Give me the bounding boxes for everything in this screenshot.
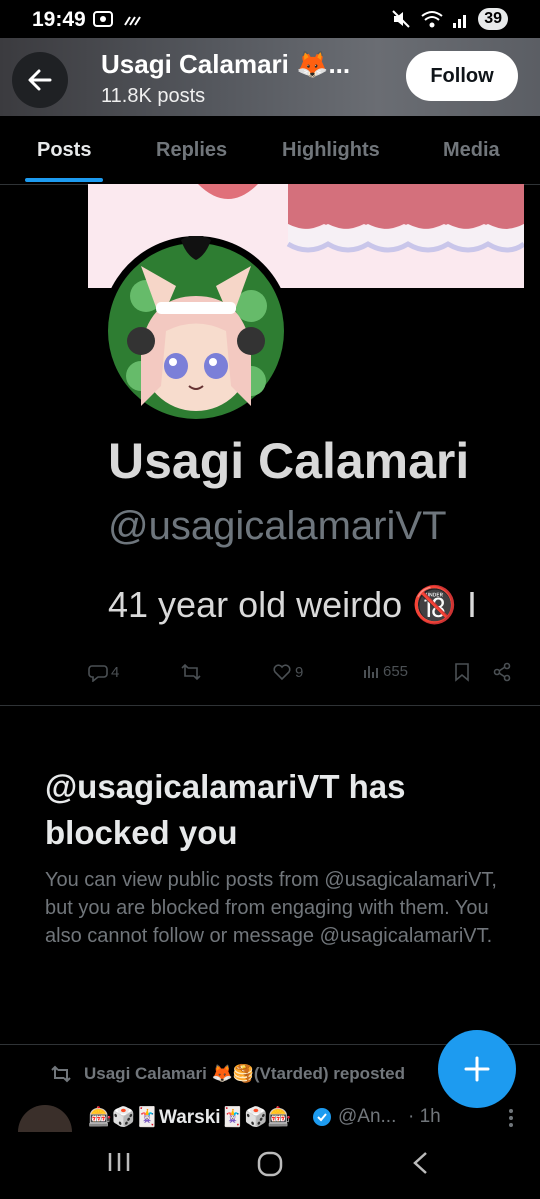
share-action[interactable] [492, 662, 512, 682]
blocked-message: You can view public posts from @usagical… [45, 869, 497, 947]
reply-icon [88, 665, 108, 682]
post-author[interactable]: 🎰🎲🃏Warski🃏🎲🎰 [88, 1105, 292, 1129]
post-count: 11.8K posts [101, 85, 206, 107]
embedded-display-name: Usagi Calamari [108, 433, 470, 489]
view-count: 655 [383, 662, 409, 680]
views-icon [364, 666, 378, 678]
post-time: · 1h [408, 1106, 441, 1127]
status-bar: 19:49 39 [0, 0, 540, 38]
profile-tabs: Posts Replies Highlights Media [0, 116, 540, 185]
share-icon [493, 662, 511, 682]
status-left-icons [92, 9, 142, 29]
repost-action[interactable] [180, 662, 202, 682]
wifi-icon [421, 11, 443, 28]
repost-icon [51, 1065, 71, 1083]
avatar-image [108, 235, 284, 419]
like-count: 9 [295, 663, 304, 681]
tab-replies[interactable]: Replies [156, 139, 227, 162]
plus-icon [464, 1056, 490, 1082]
embedded-handle: @usagicalamariVT [108, 504, 447, 548]
profile-title: Usagi Calamari 🦊... [101, 49, 351, 79]
home-icon[interactable] [256, 1150, 284, 1178]
cell-signal-icon [453, 15, 467, 28]
views-action[interactable]: 655 [362, 662, 408, 680]
divider [0, 705, 540, 706]
repost-icon [181, 663, 201, 681]
recent-apps-icon[interactable] [106, 1150, 132, 1174]
reply-count: 4 [111, 663, 120, 681]
signal-lines-icon [124, 16, 141, 26]
more-options-icon[interactable] [508, 1108, 514, 1128]
like-action[interactable]: 9 [272, 662, 303, 682]
heart-icon [273, 664, 291, 681]
post-action-bar: 4 9 655 [88, 662, 518, 688]
screenshot-icon [93, 11, 113, 27]
blocked-title: @usagicalamariVT has blocked you [45, 768, 406, 851]
active-tab-indicator [25, 178, 103, 182]
profile-header: Usagi Calamari 🦊... 11.8K posts Follow [0, 38, 540, 116]
bookmark-action[interactable] [453, 662, 471, 682]
tab-media[interactable]: Media [443, 139, 500, 162]
avatar [101, 235, 291, 426]
back-nav-icon[interactable] [410, 1150, 430, 1176]
tab-highlights[interactable]: Highlights [282, 139, 380, 162]
embedded-bio: 41 year old weirdo 🔞 I [108, 584, 477, 625]
back-button[interactable] [12, 52, 68, 108]
tab-posts[interactable]: Posts [37, 139, 91, 162]
battery-badge: 39 [478, 8, 508, 30]
status-time: 19:49 [32, 8, 86, 31]
mute-icon [392, 10, 410, 28]
reply-action[interactable]: 4 [88, 662, 119, 682]
system-nav-bar [0, 1132, 540, 1199]
compose-button[interactable] [438, 1030, 516, 1108]
verified-badge-icon [313, 1108, 331, 1126]
follow-button[interactable]: Follow [406, 51, 518, 101]
bookmark-icon [455, 663, 469, 682]
back-arrow-icon [28, 69, 52, 91]
post-header[interactable]: 🎰🎲🃏Warski🃏🎲🎰 @An... · 1h [18, 1100, 528, 1159]
status-right-icons: 39 [390, 8, 508, 30]
repost-label: Usagi Calamari 🦊🥞(Vtarded) reposted [84, 1064, 406, 1083]
repost-indicator[interactable]: Usagi Calamari 🦊🥞(Vtarded) reposted [50, 1064, 405, 1084]
embedded-profile-screenshot[interactable]: Usagi Calamari @usagicalamariVT 41 year … [88, 184, 524, 654]
post-handle[interactable]: @An... [338, 1106, 396, 1128]
